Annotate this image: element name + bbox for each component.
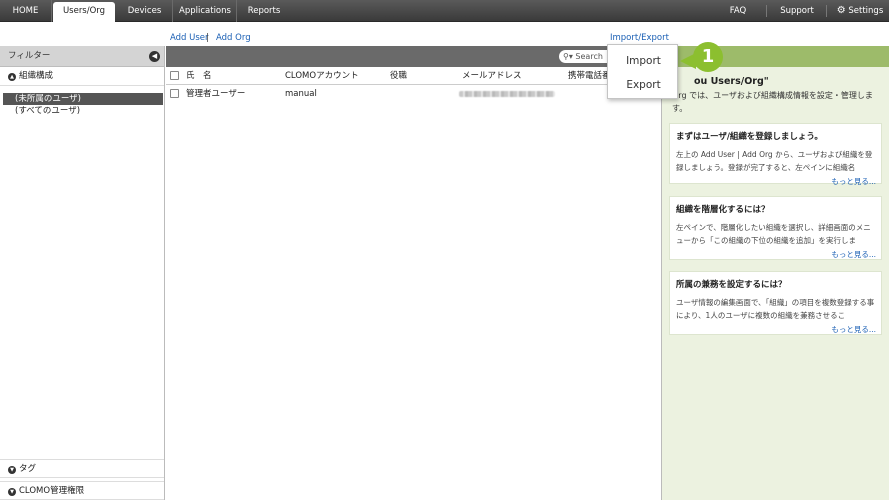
settings-label: Settings	[848, 6, 884, 16]
cell-name: 管理者ユーザー	[186, 89, 246, 99]
section-label: 組織構成	[19, 71, 54, 81]
tab-reports[interactable]: Reports	[238, 0, 290, 22]
card-title: 所属の兼務を設定するには？	[676, 280, 787, 290]
filter-sidebar: フィルター ◀ ▲ 組織構成 (未所属のユーザ) (すべてのユーザ) ▼ タグ ▼ C…	[0, 46, 165, 500]
menu-item-export[interactable]: Export	[608, 74, 679, 96]
more-link[interactable]: もっと見る...	[676, 249, 876, 260]
tab-home[interactable]: HOME	[0, 0, 52, 22]
link-separator: |	[206, 33, 209, 43]
faq-link[interactable]: FAQ	[722, 0, 754, 22]
table-row[interactable]: 管理者ユーザー manual	[166, 86, 661, 102]
column-header-role[interactable]: 役職	[390, 67, 407, 85]
add-org-link[interactable]: Add Org	[216, 33, 251, 43]
info-description: Org では、ユーザおよび組織構成情報を設定・管理します。	[672, 91, 873, 113]
step-callout: 1	[678, 39, 726, 83]
top-navigation-bar: HOME Users/Org Devices Applications Repo…	[0, 0, 889, 22]
cell-email-redacted	[459, 91, 555, 97]
tree-item-unassigned-users[interactable]: (未所属のユーザ)	[3, 93, 163, 105]
table-header: 氏 名 CLOMOアカウント 役職 メールアドレス 携帯電話番	[166, 67, 661, 85]
info-pane: ou Users/Org" Org では、ユーザおよび組織構成情報を設定・管理し…	[662, 46, 889, 500]
section-label: CLOMO管理権限	[19, 486, 85, 496]
column-header-mobile[interactable]: 携帯電話番	[568, 67, 611, 85]
section-org-structure[interactable]: ▲ 組織構成	[0, 67, 164, 86]
card-title: まずはユーザ/組織を登録しましょう。	[676, 132, 823, 142]
help-card: 組織を階層化するには？ 左ペインで、階層化したい組織を選択し、詳細画面のメニュー…	[669, 196, 882, 260]
support-link[interactable]: Support	[774, 0, 820, 22]
expand-down-icon: ▼	[8, 488, 16, 496]
menu-item-import[interactable]: Import	[608, 50, 679, 72]
tab-users-org[interactable]: Users/Org	[53, 2, 115, 22]
row-checkbox[interactable]	[170, 89, 179, 98]
section-label: タグ	[19, 464, 37, 474]
card-body: 左上の Add User | Add Org から、ユーザおよび組織を登録しまし…	[676, 150, 873, 172]
cell-account: manual	[285, 89, 317, 99]
help-card: 所属の兼務を設定するには？ ユーザ情報の編集画面で、「組織」の項目を複数登録する…	[669, 271, 882, 335]
filter-header: フィルター ◀	[0, 46, 164, 67]
nav-divider	[766, 5, 767, 17]
card-title: 組織を階層化するには？	[676, 205, 770, 215]
section-tag[interactable]: ▼ タグ	[0, 459, 164, 478]
column-header-account[interactable]: CLOMOアカウント	[285, 67, 359, 85]
column-header-email[interactable]: メールアドレス	[462, 67, 522, 85]
gear-icon: ⚙	[836, 5, 846, 16]
more-link[interactable]: もっと見る...	[676, 324, 876, 335]
expand-up-icon: ▲	[8, 73, 16, 81]
callout-number: 1	[701, 46, 715, 67]
tab-applications[interactable]: Applications	[174, 0, 237, 22]
settings-link[interactable]: ⚙ Settings	[834, 0, 886, 22]
card-body: ユーザ情報の編集画面で、「組織」の項目を複数登録する事により、1人のユーザに複数…	[676, 298, 875, 320]
search-icon: ⚲▾	[563, 52, 573, 61]
more-link[interactable]: もっと見る...	[676, 176, 876, 187]
nav-divider	[826, 5, 827, 17]
card-body: 左ペインで、階層化したい組織を選択し、詳細画面のメニューから「この組織の下位の組…	[676, 223, 871, 245]
collapse-left-icon[interactable]: ◀	[149, 51, 160, 62]
select-all-checkbox[interactable]	[170, 71, 179, 80]
grid-toolbar: ⚲▾ Search	[166, 46, 661, 67]
import-export-link[interactable]: Import/Export	[610, 33, 669, 43]
import-export-menu: Import Export	[607, 44, 678, 99]
add-user-link[interactable]: Add User	[170, 33, 209, 43]
column-header-name[interactable]: 氏 名	[186, 67, 212, 85]
tree-item-all-users[interactable]: (すべてのユーザ)	[3, 105, 163, 117]
filter-title: フィルター	[8, 51, 51, 61]
search-placeholder: Search	[575, 52, 603, 61]
section-clomo-admin[interactable]: ▼ CLOMO管理権限	[0, 481, 164, 500]
tab-devices[interactable]: Devices	[117, 0, 173, 22]
expand-down-icon: ▼	[8, 466, 16, 474]
help-card: まずはユーザ/組織を登録しましょう。 左上の Add User | Add Or…	[669, 123, 882, 187]
